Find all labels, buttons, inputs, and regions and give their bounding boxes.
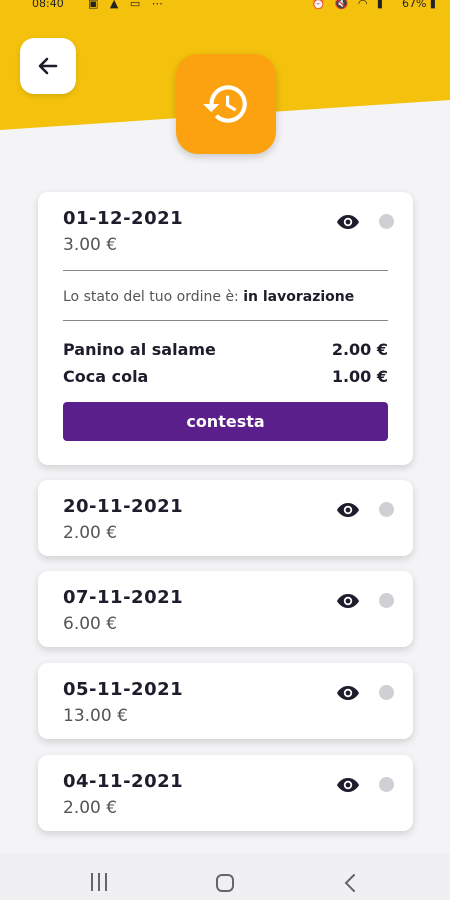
eye-icon[interactable] [336, 501, 360, 519]
order-item-row: Coca cola 1.00 € [63, 367, 388, 386]
status-dot [379, 214, 394, 229]
order-status-label: Lo stato del tuo ordine è: [63, 289, 244, 305]
item-name: Coca cola [63, 367, 149, 386]
divider [63, 320, 388, 321]
contest-button[interactable]: contesta [63, 402, 388, 441]
order-history-badge [176, 54, 276, 154]
home-icon[interactable] [215, 873, 235, 893]
system-navigation-bar [0, 853, 450, 900]
eye-icon[interactable] [336, 592, 360, 610]
order-total: 13.00 € [63, 706, 128, 726]
eye-icon[interactable] [336, 684, 360, 702]
order-date: 04-11-2021 [63, 771, 184, 792]
order-card[interactable]: 04-11-2021 2.00 € [38, 755, 413, 831]
order-card[interactable]: 05-11-2021 13.00 € [38, 663, 413, 739]
order-date: 01-12-2021 [63, 208, 184, 229]
order-item-row: Panino al salame 2.00 € [63, 340, 388, 359]
status-dot [379, 593, 394, 608]
status-dot [379, 685, 394, 700]
item-price: 2.00 € [331, 340, 388, 359]
order-total: 2.00 € [63, 523, 118, 543]
item-price: 1.00 € [331, 367, 388, 386]
order-date: 20-11-2021 [63, 496, 184, 517]
back-button[interactable] [20, 38, 76, 94]
order-status-value: in lavorazione [243, 289, 355, 305]
eye-icon[interactable] [336, 776, 360, 794]
order-card[interactable]: 20-11-2021 2.00 € [38, 480, 413, 556]
status-dot [379, 777, 394, 792]
recent-apps-icon[interactable] [89, 873, 109, 891]
item-name: Panino al salame [63, 340, 216, 359]
order-date: 07-11-2021 [63, 587, 184, 608]
eye-icon[interactable] [336, 213, 360, 231]
order-card-expanded[interactable]: 01-12-2021 3.00 € Lo stato del tuo ordin… [38, 192, 413, 465]
history-icon [203, 85, 247, 123]
status-dot [379, 502, 394, 517]
back-nav-icon[interactable] [343, 873, 357, 893]
order-status-line: Lo stato del tuo ordine è: in lavorazion… [63, 289, 354, 305]
order-card[interactable]: 07-11-2021 6.00 € [38, 571, 413, 647]
arrow-left-icon [38, 57, 58, 75]
order-total: 3.00 € [63, 235, 118, 255]
order-total: 2.00 € [63, 798, 118, 818]
order-date: 05-11-2021 [63, 679, 184, 700]
divider [63, 270, 388, 271]
order-total: 6.00 € [63, 614, 118, 634]
